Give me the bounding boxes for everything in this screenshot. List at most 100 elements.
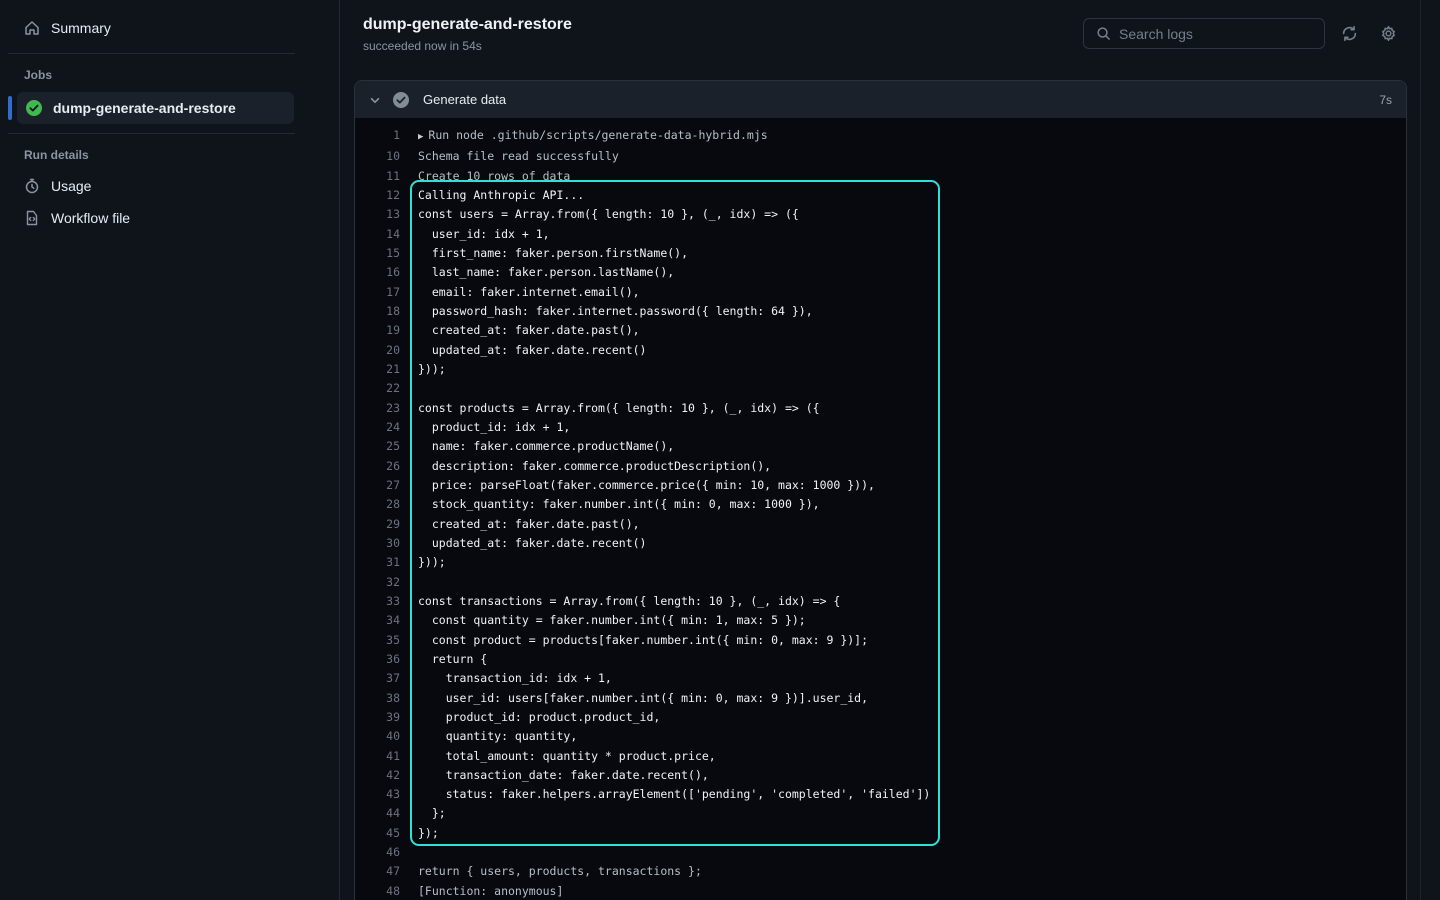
line-number[interactable]: 45 bbox=[355, 824, 400, 843]
log-line: 17 email: faker.internet.email(), bbox=[355, 283, 1406, 302]
log-line: 25 name: faker.commerce.productName(), bbox=[355, 437, 1406, 456]
line-number[interactable]: 29 bbox=[355, 515, 400, 534]
line-number[interactable]: 33 bbox=[355, 592, 400, 611]
line-number[interactable]: 35 bbox=[355, 631, 400, 650]
line-number[interactable]: 19 bbox=[355, 321, 400, 340]
log-line: 39 product_id: product.product_id, bbox=[355, 708, 1406, 727]
sidebar-jobs-label: Jobs bbox=[0, 62, 339, 90]
line-number[interactable]: 20 bbox=[355, 341, 400, 360]
line-number[interactable]: 38 bbox=[355, 689, 400, 708]
line-number[interactable]: 47 bbox=[355, 862, 400, 881]
line-number[interactable]: 30 bbox=[355, 534, 400, 553]
line-number[interactable]: 26 bbox=[355, 457, 400, 476]
log-line: 37 transaction_id: idx + 1, bbox=[355, 669, 1406, 688]
line-number[interactable]: 34 bbox=[355, 611, 400, 630]
line-number[interactable]: 14 bbox=[355, 225, 400, 244]
line-number[interactable]: 44 bbox=[355, 804, 400, 823]
line-number[interactable]: 11 bbox=[355, 167, 400, 186]
log-text: const quantity = faker.number.int({ min:… bbox=[400, 613, 806, 627]
sidebar-usage-label: Usage bbox=[51, 178, 91, 194]
log-line: 16 last_name: faker.person.lastName(), bbox=[355, 263, 1406, 282]
line-number[interactable]: 27 bbox=[355, 476, 400, 495]
log-line: 15 first_name: faker.person.firstName(), bbox=[355, 244, 1406, 263]
log-line: 10Schema file read successfully bbox=[355, 147, 1406, 166]
log-text: transaction_date: faker.date.recent(), bbox=[400, 768, 709, 782]
log-line: 21})); bbox=[355, 360, 1406, 379]
log-text: product_id: product.product_id, bbox=[400, 710, 660, 724]
line-number[interactable]: 25 bbox=[355, 437, 400, 456]
log-line: 31})); bbox=[355, 553, 1406, 572]
line-number[interactable]: 43 bbox=[355, 785, 400, 804]
log-line: 12Calling Anthropic API... bbox=[355, 186, 1406, 205]
log-text: user_id: users[faker.number.int({ min: 0… bbox=[400, 691, 868, 705]
line-number[interactable]: 23 bbox=[355, 399, 400, 418]
step-header-generate-data[interactable]: Generate data 7s bbox=[355, 81, 1406, 118]
line-number[interactable]: 13 bbox=[355, 205, 400, 224]
line-number[interactable]: 15 bbox=[355, 244, 400, 263]
log-line: 36 return { bbox=[355, 650, 1406, 669]
log-line: 30 updated_at: faker.date.recent() bbox=[355, 534, 1406, 553]
log-text: total_amount: quantity * product.price, bbox=[400, 749, 716, 763]
refresh-logs-button[interactable] bbox=[1340, 24, 1358, 42]
log-panel: Generate data 7s 1▶Run node .github/scri… bbox=[354, 80, 1407, 900]
step-title: Generate data bbox=[423, 92, 506, 107]
log-text: price: parseFloat(faker.commerce.price({… bbox=[400, 478, 875, 492]
log-text: Schema file read successfully bbox=[400, 149, 619, 163]
log-line: 41 total_amount: quantity * product.pric… bbox=[355, 747, 1406, 766]
log-text: stock_quantity: faker.number.int({ min: … bbox=[400, 497, 820, 511]
line-number[interactable]: 28 bbox=[355, 495, 400, 514]
log-text: [Function: anonymous] bbox=[400, 884, 563, 898]
sidebar-item-job[interactable]: dump-generate-and-restore bbox=[17, 92, 294, 124]
log-text: }); bbox=[400, 826, 439, 840]
line-number[interactable]: 42 bbox=[355, 766, 400, 785]
home-icon bbox=[24, 20, 40, 36]
line-number[interactable]: 37 bbox=[355, 669, 400, 688]
log-text: transaction_id: idx + 1, bbox=[400, 671, 612, 685]
gear-icon[interactable] bbox=[1379, 24, 1397, 42]
line-number[interactable]: 22 bbox=[355, 379, 400, 398]
log-text: Calling Anthropic API... bbox=[400, 188, 584, 202]
scroll-rail bbox=[1420, 0, 1421, 900]
line-number[interactable]: 39 bbox=[355, 708, 400, 727]
stopwatch-icon bbox=[24, 178, 40, 194]
step-duration: 7s bbox=[1379, 93, 1392, 107]
log-line: 33const transactions = Array.from({ leng… bbox=[355, 592, 1406, 611]
log-line: 27 price: parseFloat(faker.commerce.pric… bbox=[355, 476, 1406, 495]
log-line: 18 password_hash: faker.internet.passwor… bbox=[355, 302, 1406, 321]
log-text: updated_at: faker.date.recent() bbox=[400, 343, 646, 357]
line-number[interactable]: 32 bbox=[355, 573, 400, 592]
log-text bbox=[400, 575, 418, 589]
search-logs-input[interactable] bbox=[1119, 26, 1312, 42]
expand-group-icon[interactable]: ▶ bbox=[418, 132, 423, 142]
line-number[interactable]: 21 bbox=[355, 360, 400, 379]
line-number[interactable]: 10 bbox=[355, 147, 400, 166]
line-number[interactable]: 18 bbox=[355, 302, 400, 321]
log-line: 22 bbox=[355, 379, 1406, 398]
line-number[interactable]: 24 bbox=[355, 418, 400, 437]
line-number[interactable]: 40 bbox=[355, 727, 400, 746]
log-text: return { bbox=[400, 652, 487, 666]
log-text: product_id: idx + 1, bbox=[400, 420, 570, 434]
line-number[interactable]: 17 bbox=[355, 283, 400, 302]
log-text: const transactions = Array.from({ length… bbox=[400, 594, 840, 608]
line-number[interactable]: 36 bbox=[355, 650, 400, 669]
line-number[interactable]: 31 bbox=[355, 553, 400, 572]
line-number[interactable]: 46 bbox=[355, 843, 400, 862]
chevron-down-icon[interactable] bbox=[367, 92, 383, 108]
sidebar-item-summary[interactable]: Summary bbox=[16, 12, 294, 44]
line-number[interactable]: 1 bbox=[355, 126, 400, 145]
line-number[interactable]: 16 bbox=[355, 263, 400, 282]
line-number[interactable]: 48 bbox=[355, 882, 400, 900]
line-number[interactable]: 41 bbox=[355, 747, 400, 766]
log-line: 23const products = Array.from({ length: … bbox=[355, 399, 1406, 418]
log-text bbox=[400, 381, 418, 395]
sidebar-item-workflow-file[interactable]: Workflow file bbox=[16, 202, 294, 234]
log-line: 24 product_id: idx + 1, bbox=[355, 418, 1406, 437]
page-title: dump-generate-and-restore bbox=[363, 16, 572, 34]
log-line: 44 }; bbox=[355, 804, 1406, 823]
sidebar-item-usage[interactable]: Usage bbox=[16, 170, 294, 202]
line-number[interactable]: 12 bbox=[355, 186, 400, 205]
log-line: 38 user_id: users[faker.number.int({ min… bbox=[355, 689, 1406, 708]
search-logs-box[interactable] bbox=[1083, 18, 1325, 49]
log-text: ▶Run node .github/scripts/generate-data-… bbox=[400, 128, 768, 142]
